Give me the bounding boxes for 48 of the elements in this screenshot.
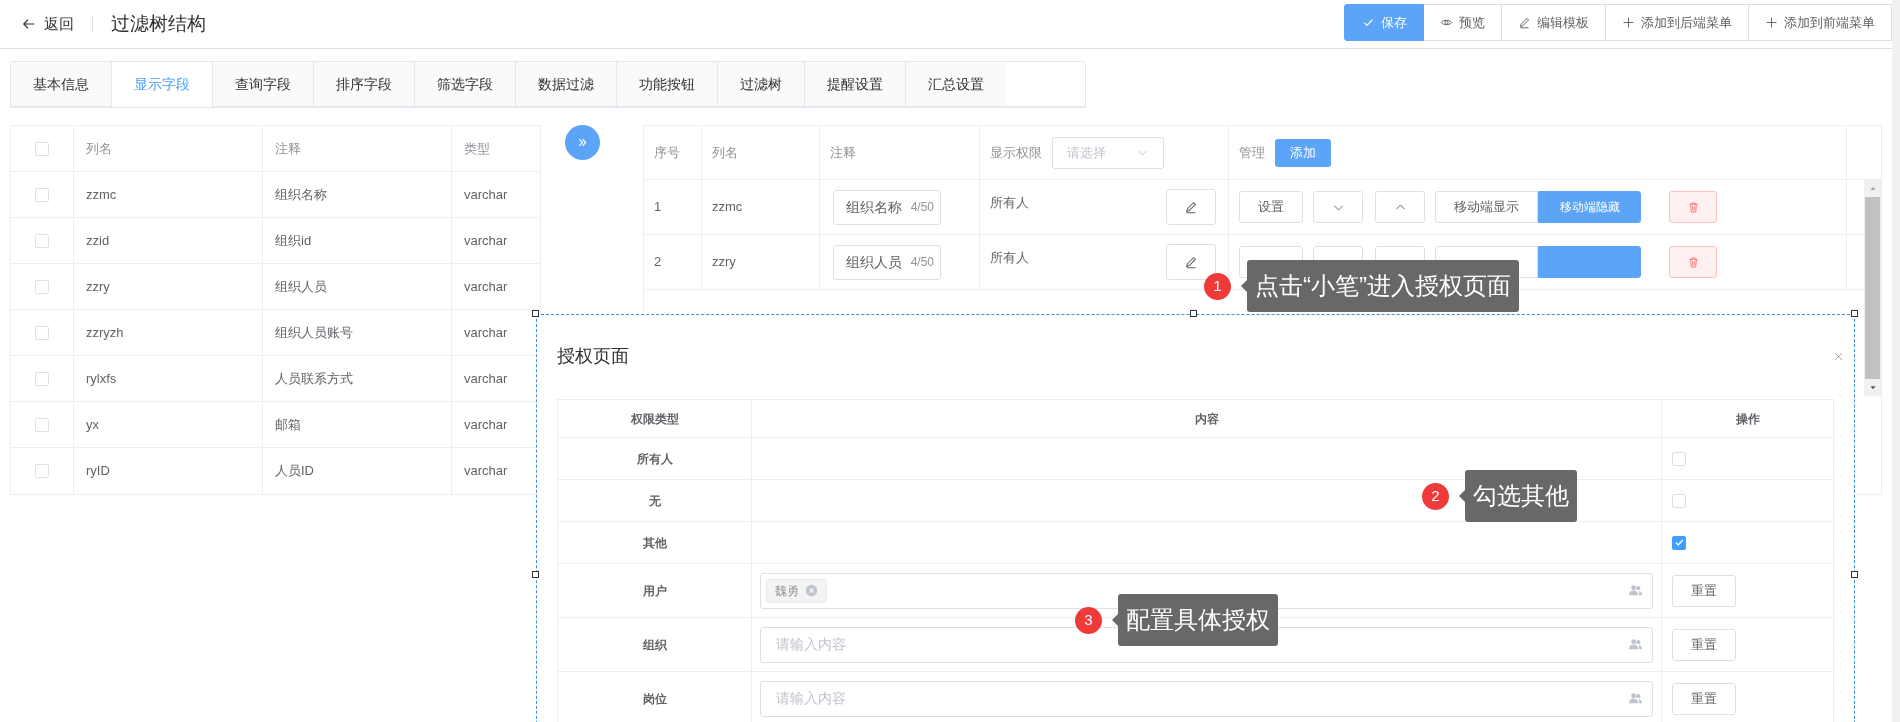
table-cell: 人员ID <box>262 448 451 494</box>
column-header: 序号 <box>654 143 680 162</box>
table-cell: zzry <box>73 264 262 309</box>
table-cell: zzid <box>73 218 262 263</box>
row-label: 组织 <box>642 636 667 654</box>
step-badge: 1 <box>1204 272 1231 300</box>
table-cell: zzryzh <box>73 310 262 355</box>
column-header: 列名 <box>73 126 262 171</box>
table-cell-text: zzmc <box>712 198 743 217</box>
column-header: 权限类型 <box>630 410 679 428</box>
table-cell-text: 1 <box>654 198 662 217</box>
row-label: 岗位 <box>642 690 667 708</box>
column-header: 列名 <box>712 143 738 162</box>
callout-tooltip: 勾选其他 <box>1459 470 1577 522</box>
table-cell-text: 2 <box>654 253 662 272</box>
row-label: 无 <box>648 492 661 510</box>
dialog-title: 授权页面 <box>557 344 629 368</box>
character-counter: 4/50 <box>910 254 934 271</box>
callout-tooltip: 配置具体授权 <box>1112 594 1278 646</box>
table-cell: 组织名称 <box>262 172 451 217</box>
column-header: 注释 <box>830 143 856 162</box>
column-header: 注释 <box>262 126 451 171</box>
column-header: 类型 <box>451 126 540 171</box>
table-cell: varchar <box>451 218 540 263</box>
callout-tooltip: 点击“小笔”进入授权页面 <box>1241 260 1519 312</box>
character-counter: 4/50 <box>910 199 934 216</box>
permission-text: 所有人 <box>990 194 1029 212</box>
row-label: 其他 <box>642 534 667 552</box>
table-cell: yx <box>73 402 262 447</box>
column-header: 显示权限 <box>990 143 1042 162</box>
table-cell: 邮箱 <box>262 402 451 447</box>
table-cell: rylxfs <box>73 356 262 401</box>
table-cell: 组织人员账号 <box>262 310 451 355</box>
permission-text: 所有人 <box>990 249 1029 267</box>
table-cell: 人员联系方式 <box>262 356 451 401</box>
row-label: 所有人 <box>636 450 673 468</box>
table-cell: ryID <box>73 448 262 494</box>
table-cell: varchar <box>451 172 540 217</box>
row-label: 用户 <box>642 582 667 600</box>
table-cell: 组织人员 <box>262 264 451 309</box>
column-header: 内容 <box>1194 410 1219 428</box>
column-header: 操作 <box>1735 410 1760 428</box>
page-title: 过滤树结构 <box>111 11 206 36</box>
table-cell-text: zzry <box>712 253 736 272</box>
table-cell: 组织id <box>262 218 451 263</box>
table-cell: zzmc <box>73 172 262 217</box>
column-header: 管理 <box>1239 143 1265 162</box>
table-cell: varchar <box>451 264 540 309</box>
